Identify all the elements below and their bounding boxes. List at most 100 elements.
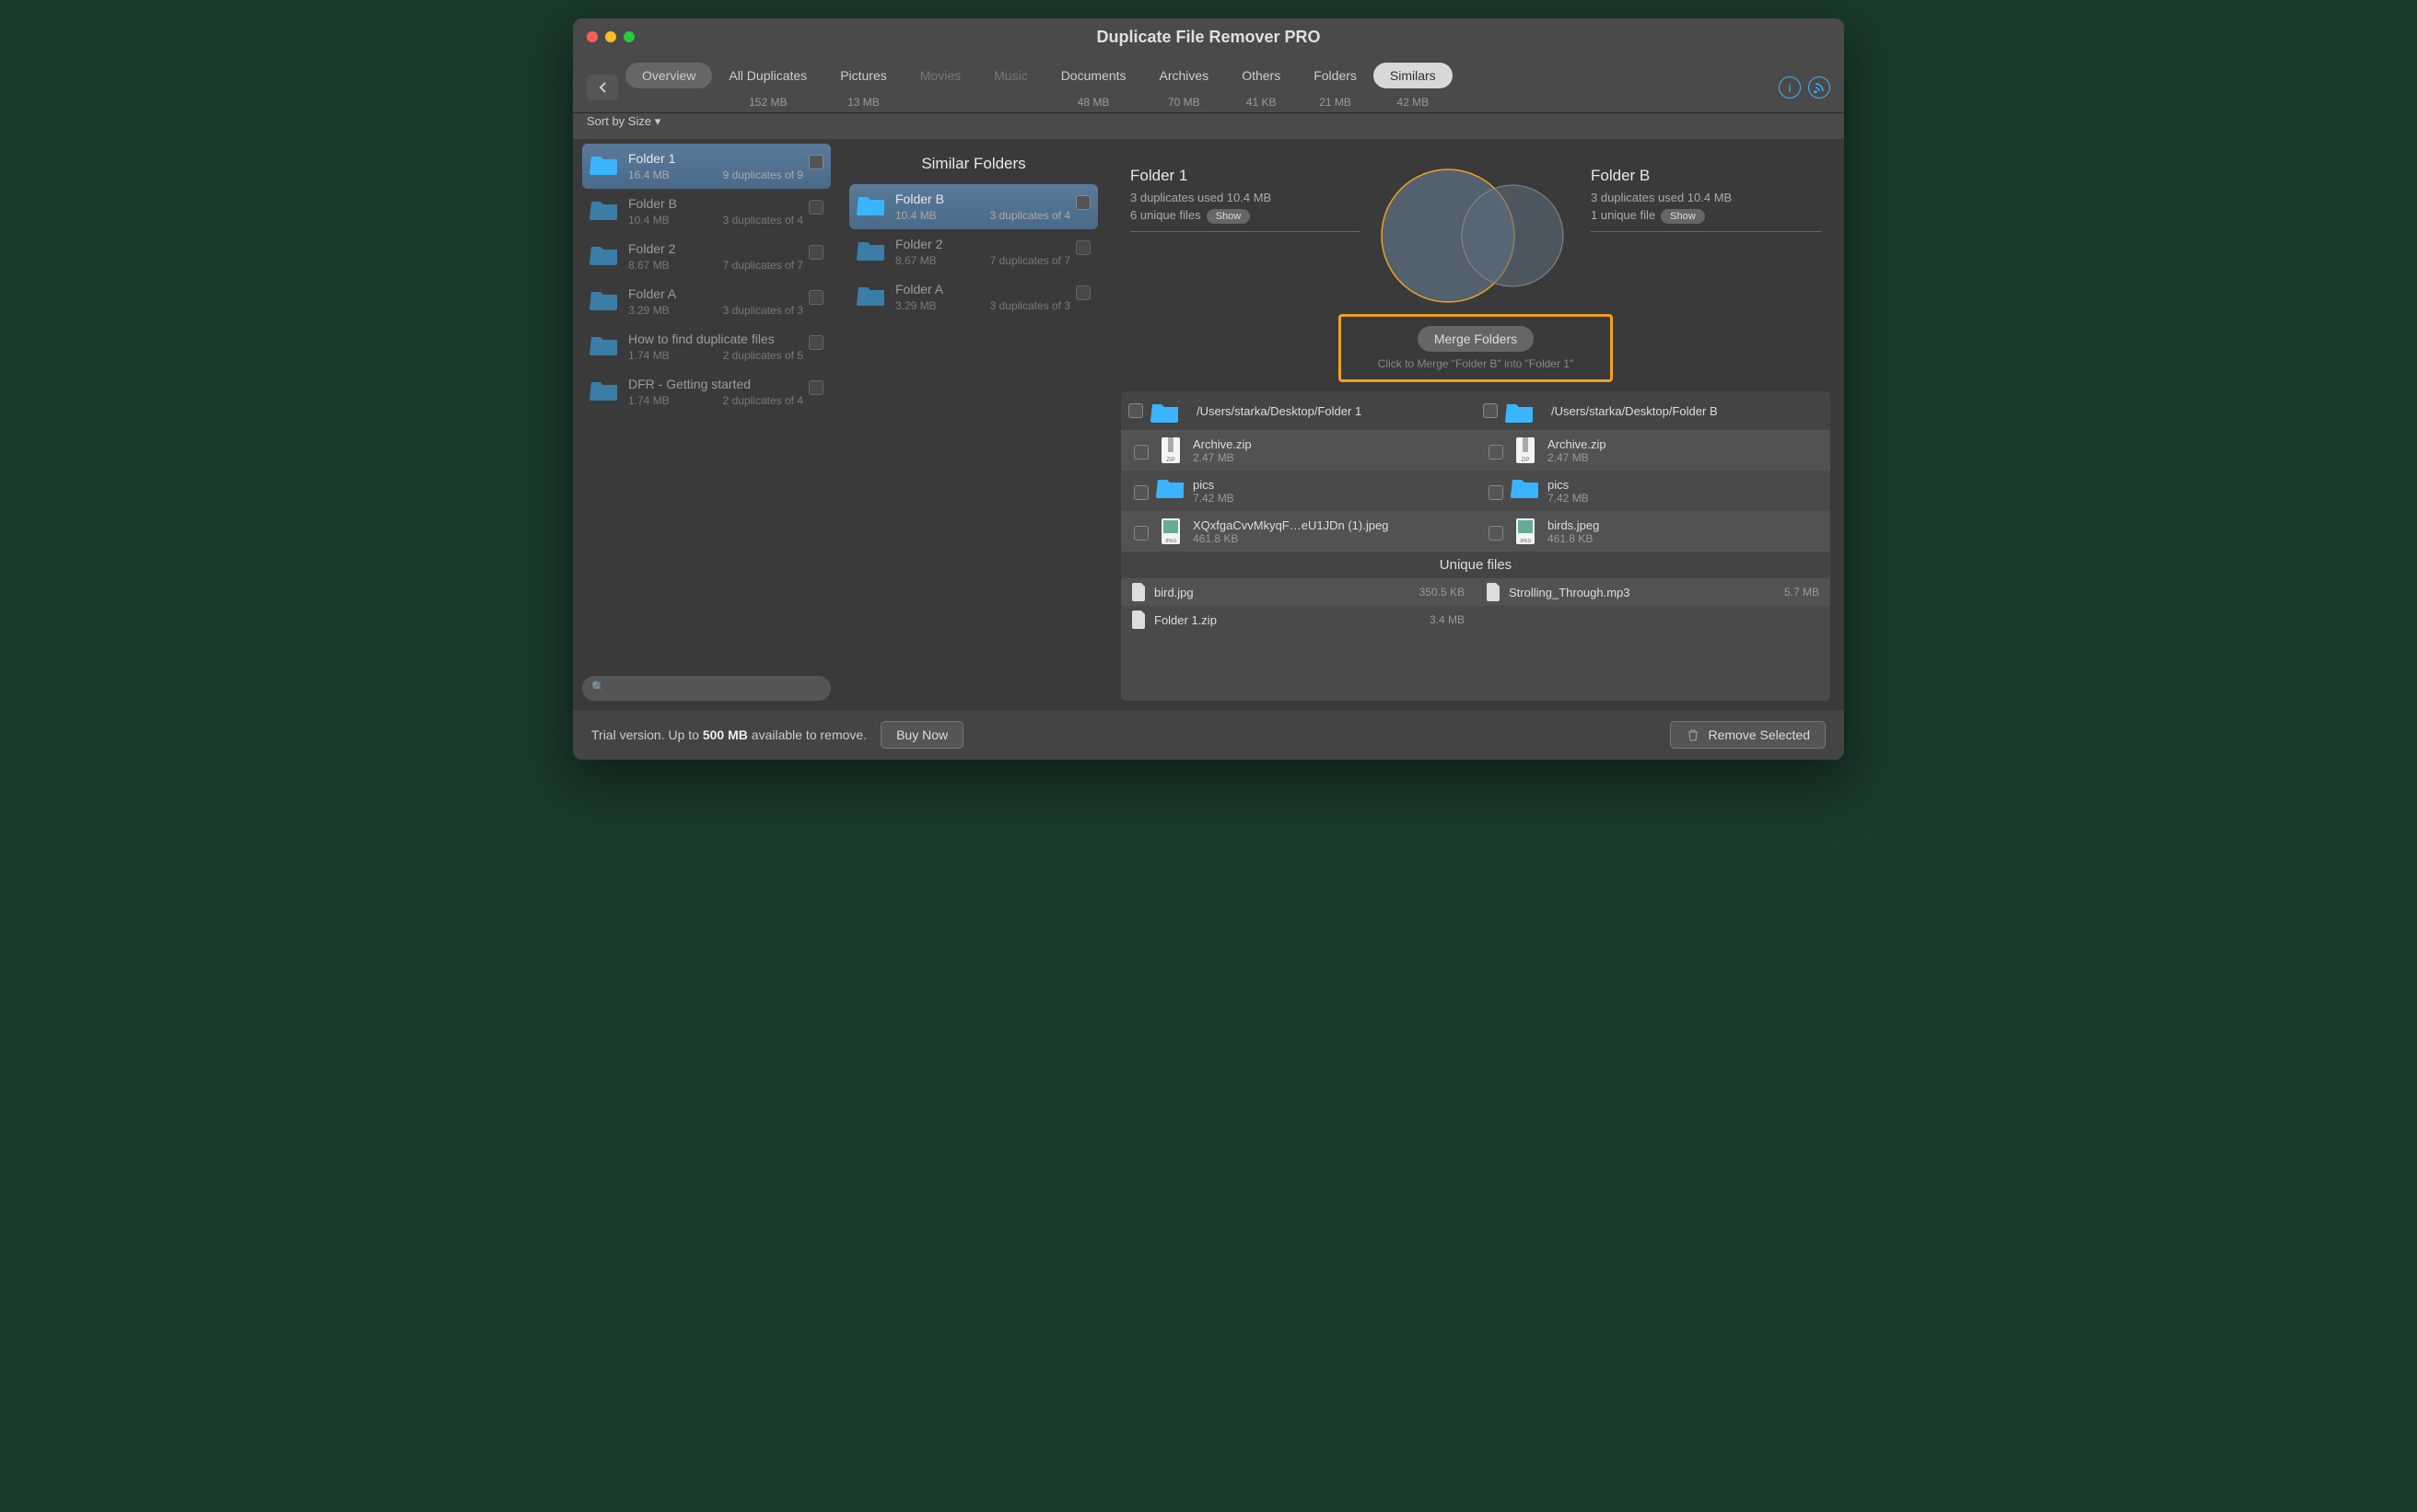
tab-overview[interactable]: Overview <box>625 63 712 88</box>
merge-highlight: Merge Folders Click to Merge "Folder B" … <box>1338 314 1613 382</box>
folder-checkbox[interactable] <box>1076 285 1091 300</box>
file-size: 3.4 MB <box>1430 613 1465 626</box>
folder-name: DFR - Getting started <box>628 377 803 391</box>
svg-text:JPEG: JPEG <box>1164 539 1176 544</box>
right-folder-path: /Users/starka/Desktop/Folder B <box>1551 404 1718 418</box>
zip-icon: ZIP <box>1156 436 1185 465</box>
show-left-button[interactable]: Show <box>1207 209 1251 224</box>
file-name: pics <box>1193 478 1234 492</box>
trial-text: Trial version. Up to 500 MB available to… <box>591 727 867 742</box>
file-row: pics 7.42 MB pics 7.42 MB <box>1121 471 1830 511</box>
file-name: XQxfgaCvvMkyqF…eU1JDn (1).jpeg <box>1193 518 1388 532</box>
file-checkbox[interactable] <box>1489 526 1503 541</box>
folder-checkbox[interactable] <box>809 380 823 395</box>
info-icon[interactable]: i <box>1779 76 1801 99</box>
folder-checkbox[interactable] <box>1076 195 1091 210</box>
left-folder-path: /Users/starka/Desktop/Folder 1 <box>1197 404 1361 418</box>
folder-item[interactable]: Folder 2 8.67 MB7 duplicates of 7 <box>582 234 831 279</box>
folder-item[interactable]: How to find duplicate files 1.74 MB2 dup… <box>582 324 831 369</box>
folder-dup-count: 3 duplicates of 3 <box>723 304 803 317</box>
show-right-button[interactable]: Show <box>1661 209 1705 224</box>
tab-size-label: 70 MB <box>1168 88 1200 112</box>
file-size: 2.47 MB <box>1193 451 1252 464</box>
tab-documents[interactable]: Documents <box>1045 63 1143 88</box>
svg-text:JPEG: JPEG <box>1519 539 1531 544</box>
tab-archives[interactable]: Archives <box>1143 63 1226 88</box>
compare-left-dups: 3 duplicates used 10.4 MB <box>1130 191 1360 204</box>
maximize-window-button[interactable] <box>624 31 635 42</box>
folder-item[interactable]: Folder A 3.29 MB3 duplicates of 3 <box>849 274 1098 320</box>
folder-item[interactable]: Folder B 10.4 MB3 duplicates of 4 <box>849 184 1098 229</box>
file-size: 350.5 KB <box>1419 586 1465 599</box>
tab-similars[interactable]: Similars <box>1373 63 1453 88</box>
traffic-lights <box>573 31 635 42</box>
similar-folders-title: Similar Folders <box>849 144 1098 184</box>
folder-item[interactable]: Folder 2 8.67 MB7 duplicates of 7 <box>849 229 1098 274</box>
folder-item[interactable]: DFR - Getting started 1.74 MB2 duplicate… <box>582 369 831 414</box>
folder-checkbox[interactable] <box>809 335 823 350</box>
select-all-left-checkbox[interactable] <box>1128 403 1143 418</box>
folder-item[interactable]: Folder 1 16.4 MB9 duplicates of 9 <box>582 144 831 189</box>
folder-checkbox[interactable] <box>1076 240 1091 255</box>
folder-name: Folder 2 <box>628 241 803 256</box>
folder-icon <box>590 198 619 220</box>
folder-size: 16.4 MB <box>628 169 670 181</box>
search-input[interactable] <box>582 676 831 701</box>
remove-selected-button[interactable]: Remove Selected <box>1670 721 1826 749</box>
file-size: 7.42 MB <box>1547 492 1589 505</box>
tab-size-label: 48 MB <box>1078 88 1110 112</box>
select-all-right-checkbox[interactable] <box>1483 403 1498 418</box>
back-button[interactable] <box>587 75 618 100</box>
file-size: 5.7 MB <box>1784 586 1819 599</box>
file-name: Archive.zip <box>1193 437 1252 451</box>
folder-item[interactable]: Folder A 3.29 MB3 duplicates of 3 <box>582 279 831 324</box>
file-checkbox[interactable] <box>1134 445 1149 459</box>
folder-dup-count: 3 duplicates of 3 <box>990 299 1070 312</box>
tab-movies[interactable]: Movies <box>904 63 977 88</box>
folder-dup-count: 7 duplicates of 7 <box>723 259 803 272</box>
tab-bar: OverviewAll Duplicates152 MBPictures13 M… <box>625 63 1771 112</box>
folder-icon <box>590 153 619 175</box>
close-window-button[interactable] <box>587 31 598 42</box>
tab-folders[interactable]: Folders <box>1297 63 1373 88</box>
merge-folders-button[interactable]: Merge Folders <box>1418 326 1534 352</box>
file-checkbox[interactable] <box>1489 485 1503 500</box>
folder-item[interactable]: Folder B 10.4 MB3 duplicates of 4 <box>582 189 831 234</box>
jpeg-icon: JPEG <box>1156 517 1185 546</box>
zip-icon: ZIP <box>1511 436 1540 465</box>
tab-all-duplicates[interactable]: All Duplicates <box>712 63 823 88</box>
merge-hint: Click to Merge "Folder B" into "Folder 1… <box>1378 357 1573 370</box>
rss-icon[interactable] <box>1808 76 1830 99</box>
folder-checkbox[interactable] <box>809 155 823 169</box>
file-checkbox[interactable] <box>1134 485 1149 500</box>
folder-icon <box>1505 401 1535 423</box>
folder-name: Folder 2 <box>895 237 1070 251</box>
folder-size: 1.74 MB <box>628 394 670 407</box>
file-name: Folder 1.zip <box>1154 613 1422 627</box>
file-name: bird.jpg <box>1154 586 1412 599</box>
tab-size-label: 41 KB <box>1246 88 1277 112</box>
folder-size: 3.29 MB <box>628 304 670 317</box>
minimize-window-button[interactable] <box>605 31 616 42</box>
file-checkbox[interactable] <box>1489 445 1503 459</box>
sort-dropdown[interactable]: Sort by Size ▾ <box>587 114 660 128</box>
unique-file-row: bird.jpg 350.5 KB Strolling_Through.mp3 … <box>1121 578 1830 606</box>
tab-music[interactable]: Music <box>977 63 1045 88</box>
tab-size-label: 13 MB <box>847 88 880 112</box>
tab-size-label: 21 MB <box>1319 88 1351 112</box>
file-size: 7.42 MB <box>1193 492 1234 505</box>
folder-size: 1.74 MB <box>628 349 670 362</box>
tab-pictures[interactable]: Pictures <box>823 63 904 88</box>
folder-dup-count: 2 duplicates of 5 <box>723 349 803 362</box>
file-size: 2.47 MB <box>1547 451 1606 464</box>
comparison-panel: Folder 1 3 duplicates used 10.4 MB 6 uni… <box>1107 139 1844 710</box>
folder-checkbox[interactable] <box>809 200 823 215</box>
tab-others[interactable]: Others <box>1225 63 1297 88</box>
compare-right-dups: 3 duplicates used 10.4 MB <box>1591 191 1821 204</box>
folder-checkbox[interactable] <box>809 245 823 260</box>
buy-now-button[interactable]: Buy Now <box>881 721 963 749</box>
file-name: Strolling_Through.mp3 <box>1509 586 1777 599</box>
file-checkbox[interactable] <box>1134 526 1149 541</box>
folder-checkbox[interactable] <box>809 290 823 305</box>
file-row: JPEG XQxfgaCvvMkyqF…eU1JDn (1).jpeg 461.… <box>1121 511 1830 552</box>
